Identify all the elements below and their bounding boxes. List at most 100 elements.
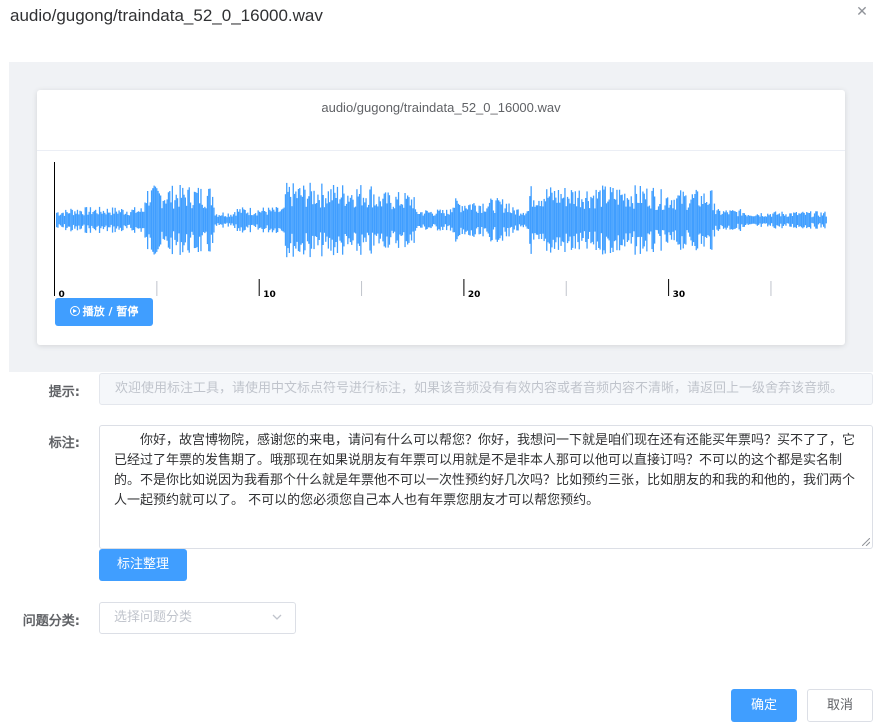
wave-bar [283,207,285,233]
wave-bar [240,212,242,228]
resize-handle-icon[interactable] [862,538,870,546]
wave-bar [291,206,293,234]
wave-bar [556,202,558,238]
wave-bar [703,193,705,247]
wave-bar [345,203,348,236]
wave-bar [449,209,452,231]
wave-bar [264,211,266,229]
wave-bar [423,213,426,227]
wave-bar [214,215,216,225]
wave-bar [525,213,527,227]
wave-bar [799,213,801,227]
wave-bar [387,192,389,248]
wave-bar [274,211,276,229]
wave-bar [300,195,302,245]
wave-bar [512,207,514,233]
wave-bar [339,199,341,241]
annotation-textarea[interactable]: 你好，故宫博物院，感谢您的来电，请问有什么可以帮您？你好，我想问一下就是咱们现在… [99,425,873,549]
wave-bar [665,198,667,242]
wave-bar [475,211,478,229]
wave-bar [706,202,708,238]
wave-bar [508,203,510,237]
divider [37,150,845,151]
wave-bar [396,199,398,241]
wave-bar [414,209,417,231]
wave-bar [130,212,132,228]
wave-bar [478,205,480,235]
wave-bar [491,199,493,241]
wave-bar [360,185,362,255]
wave-bar [163,200,166,240]
wave-bar [160,195,162,245]
wave-bar [74,211,76,229]
wave-bar [535,205,537,235]
wave-bar [628,199,630,241]
wave-bar [260,212,262,228]
wave-bar [716,210,718,230]
wave-bar [726,212,729,228]
wave-bar [266,214,268,226]
waveform[interactable]: 0 10 20 30 [54,162,829,302]
wave-bar [555,197,557,243]
wave-bar [388,195,391,245]
wave-bar [253,214,255,226]
wave-bar [318,200,320,240]
wave-bar [691,194,693,246]
wave-bar [616,189,618,251]
wave-bar [758,215,760,225]
wave-bar [206,195,209,245]
audio-filename: audio/gugong/traindata_52_0_16000.wav [321,100,561,115]
wave-bar [492,210,495,230]
play-pause-button[interactable]: 播放 / 暂停 [55,298,153,326]
wave-bar [175,194,177,246]
wave-bar [170,202,172,238]
wave-bar [391,209,393,231]
wave-bar [143,211,145,229]
wave-bar [228,216,231,224]
wave-bar [599,190,601,250]
wave-bar [642,191,644,249]
wave-bar [524,215,526,225]
wave-bar [819,216,821,224]
wave-bar [348,201,350,239]
wave-bar [700,196,703,244]
wave-bar [504,208,506,232]
wave-bar [106,208,108,232]
wave-bar [771,216,773,224]
wave-bar [410,199,413,241]
wave-bar [546,189,548,251]
play-pause-label: 播放 / 暂停 [82,305,139,318]
wave-bar [745,214,747,225]
wave-bar [804,214,807,226]
wave-bar [754,216,756,224]
wave-bar [370,186,372,254]
timeline-label: 20 [468,290,481,300]
wave-bar [561,198,563,242]
wave-bar [124,213,127,227]
wave-bar [105,214,107,226]
wave-bar [323,207,326,233]
cancel-button[interactable]: 取消 [807,689,873,722]
tidy-annotation-button[interactable]: 标注整理 [99,549,187,581]
category-select[interactable]: 选择问题分类 [99,602,296,634]
wave-bar [395,196,397,244]
wave-bar [273,209,275,231]
wave-bar [725,210,727,230]
wave-bar [303,185,305,255]
wave-bar [680,190,682,250]
wave-bar [732,210,734,230]
wave-bar [821,215,823,225]
wave-bar [516,209,518,231]
wave-bar [84,207,86,233]
wave-bar [746,216,748,224]
wave-bar [690,199,692,241]
timeline: 0 10 20 30 [54,279,772,300]
hint-label: 提示: [48,385,80,400]
close-icon[interactable]: ✕ [854,4,870,20]
wave-bar [456,200,458,240]
wave-bar [284,194,287,246]
wave-bar [114,207,116,233]
wave-bar [560,194,562,246]
wave-bar [421,212,423,228]
confirm-button[interactable]: 确定 [731,689,797,722]
